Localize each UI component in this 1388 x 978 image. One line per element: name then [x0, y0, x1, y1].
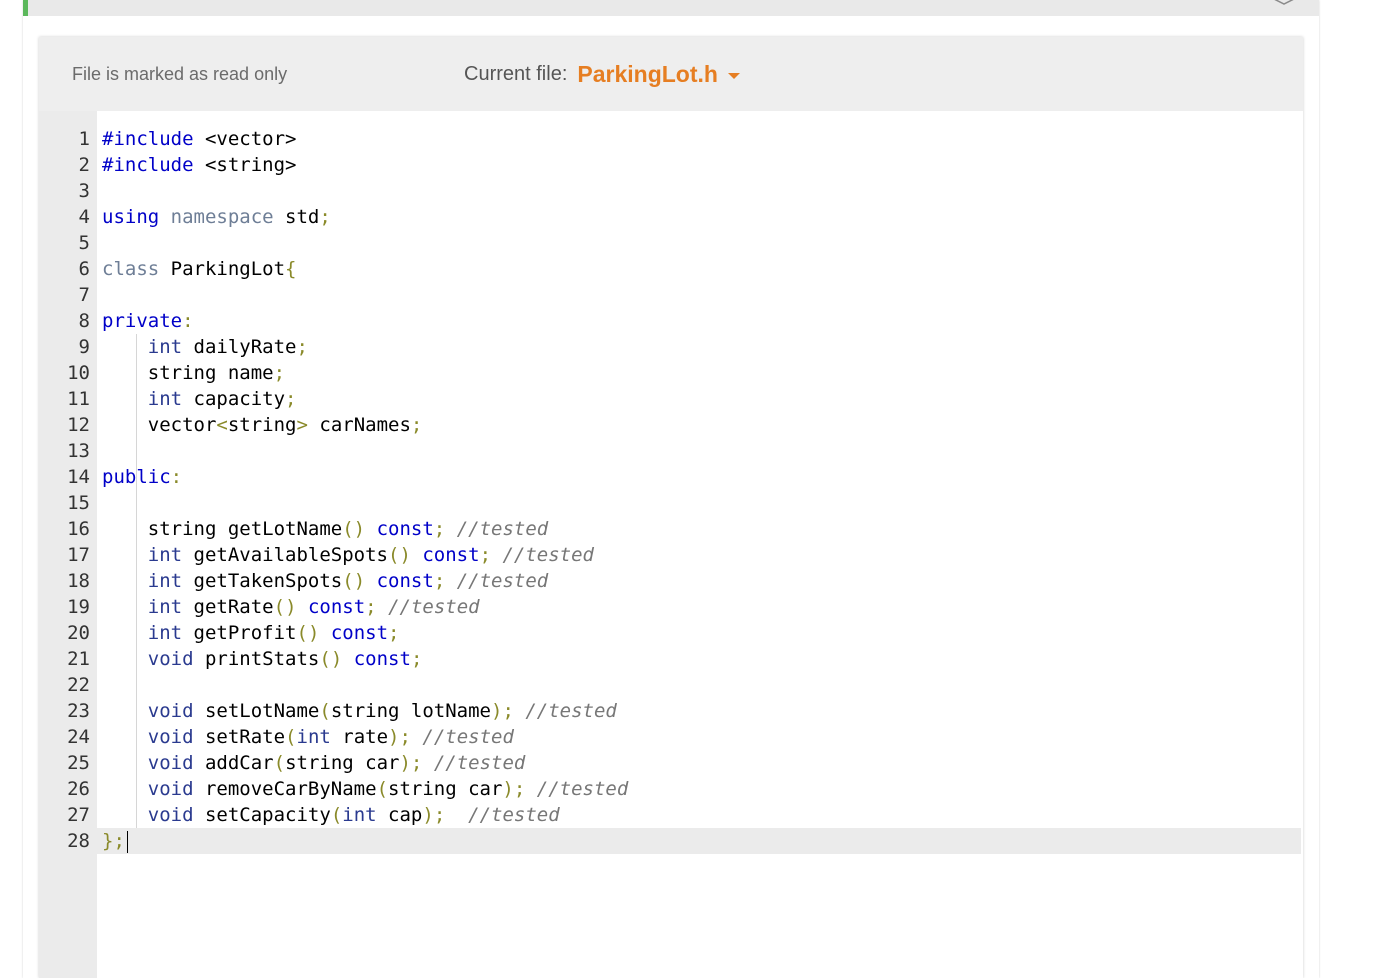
code-line[interactable]: 1 #include <vector> — [39, 126, 1303, 152]
code-text: private: — [102, 308, 194, 334]
line-number: 27 — [39, 802, 90, 828]
text-cursor — [127, 831, 128, 853]
code-line[interactable]: 24 void setRate(int rate); //tested — [39, 724, 1303, 750]
code-text: #include <vector> — [102, 126, 296, 152]
line-number: 26 — [39, 776, 90, 802]
code-text: int getProfit() const; — [102, 620, 400, 646]
line-number: 2 — [39, 152, 90, 178]
code-line[interactable]: 19 int getRate() const; //tested — [39, 594, 1303, 620]
code-line[interactable]: 3 — [39, 178, 1303, 204]
line-number: 4 — [39, 204, 90, 230]
code-line[interactable]: 16 string getLotName() const; //tested — [39, 516, 1303, 542]
line-number: 11 — [39, 386, 90, 412]
code-text: void setLotName(string lotName); //teste… — [102, 698, 617, 724]
code-line[interactable]: 10 string name; — [39, 360, 1303, 386]
code-text: void setCapacity(int cap); //tested — [102, 802, 560, 828]
line-number: 7 — [39, 282, 90, 308]
code-line[interactable]: 17 int getAvailableSpots() const; //test… — [39, 542, 1303, 568]
code-text: void setRate(int rate); //tested — [102, 724, 514, 750]
code-text: class ParkingLot{ — [102, 256, 297, 282]
code-line[interactable]: 15 — [39, 490, 1303, 516]
code-line[interactable]: 28}; — [39, 828, 1301, 854]
line-number: 24 — [39, 724, 90, 750]
chevron-down-icon[interactable] — [728, 73, 740, 79]
code-line[interactable]: 6 class ParkingLot{ — [39, 256, 1303, 282]
code-text: string name; — [102, 360, 285, 386]
line-number: 17 — [39, 542, 90, 568]
code-text: string getLotName() const; //tested — [102, 516, 548, 542]
code-line[interactable]: 23 void setLotName(string lotName); //te… — [39, 698, 1303, 724]
code-line[interactable]: 26 void removeCarByName(string car); //t… — [39, 776, 1303, 802]
line-number: 28 — [39, 828, 90, 854]
indent-guide — [136, 438, 137, 464]
line-number: 22 — [39, 672, 90, 698]
code-line[interactable]: 14 public: — [39, 464, 1303, 490]
indent-guide — [136, 672, 137, 698]
current-file: Current file: ParkingLot.h — [464, 61, 740, 88]
code-text: vector<string> carNames; — [102, 412, 422, 438]
file-selector-dropdown[interactable]: ParkingLot.h — [577, 61, 740, 88]
code-text: public: — [102, 464, 182, 490]
code-line[interactable]: 21 void printStats() const; — [39, 646, 1303, 672]
line-number: 19 — [39, 594, 90, 620]
code-text: void addCar(string car); //tested — [102, 750, 525, 776]
current-file-name[interactable]: ParkingLot.h — [577, 61, 718, 88]
code-text: int dailyRate; — [102, 334, 308, 360]
code-line[interactable]: 18 int getTakenSpots() const; //tested — [39, 568, 1303, 594]
code-text: int getAvailableSpots() const; //tested — [102, 542, 594, 568]
code-line[interactable]: 20 int getProfit() const; — [39, 620, 1303, 646]
code-line[interactable]: 27 void setCapacity(int cap); //tested — [39, 802, 1303, 828]
line-number: 20 — [39, 620, 90, 646]
top-accent-bar — [23, 0, 28, 16]
code-text: int capacity; — [102, 386, 297, 412]
code-text: #include <string> — [102, 152, 296, 178]
top-strip — [23, 0, 1319, 16]
code-line[interactable]: 5 — [39, 230, 1303, 256]
code-editor[interactable]: 1 #include <vector> 2 #include <string> 34 us… — [39, 111, 1303, 978]
code-line[interactable]: 25 void addCar(string car); //tested — [39, 750, 1303, 776]
line-number: 8 — [39, 308, 90, 334]
line-number: 18 — [39, 568, 90, 594]
editor-panel: File is marked as read only Current file… — [39, 37, 1303, 978]
code-line[interactable]: 2 #include <string> — [39, 152, 1303, 178]
line-number: 1 — [39, 126, 90, 152]
line-number: 6 — [39, 256, 90, 282]
line-number: 10 — [39, 360, 90, 386]
code-text: }; — [102, 828, 128, 854]
line-number: 13 — [39, 438, 90, 464]
code-line[interactable]: 22 — [39, 672, 1303, 698]
line-number: 23 — [39, 698, 90, 724]
code-line[interactable]: 9 int dailyRate; — [39, 334, 1303, 360]
indent-guide — [136, 490, 137, 516]
code-line[interactable]: 12 vector<string> carNames; — [39, 412, 1303, 438]
line-number: 3 — [39, 178, 90, 204]
line-number: 15 — [39, 490, 90, 516]
line-number: 25 — [39, 750, 90, 776]
code-lines: 1 #include <vector> 2 #include <string> 34 us… — [39, 126, 1303, 854]
code-text: void removeCarByName(string car); //test… — [102, 776, 628, 802]
code-line[interactable]: 8 private: — [39, 308, 1303, 334]
readonly-note: File is marked as read only — [72, 64, 287, 85]
editor-header: File is marked as read only Current file… — [39, 37, 1303, 111]
line-number: 5 — [39, 230, 90, 256]
code-line[interactable]: 4 using namespace std; — [39, 204, 1303, 230]
collapse-chevron-icon[interactable] — [1258, 0, 1310, 8]
code-text: void printStats() const; — [102, 646, 422, 672]
line-number: 14 — [39, 464, 90, 490]
code-text: int getRate() const; //tested — [102, 594, 480, 620]
line-number: 16 — [39, 516, 90, 542]
code-text: using namespace std; — [102, 204, 331, 230]
line-number: 9 — [39, 334, 90, 360]
line-number: 21 — [39, 646, 90, 672]
code-line[interactable]: 7 — [39, 282, 1303, 308]
code-text: int getTakenSpots() const; //tested — [102, 568, 548, 594]
code-line[interactable]: 13 — [39, 438, 1303, 464]
code-line[interactable]: 11 int capacity; — [39, 386, 1303, 412]
current-file-label: Current file: — [464, 63, 567, 86]
line-number: 12 — [39, 412, 90, 438]
